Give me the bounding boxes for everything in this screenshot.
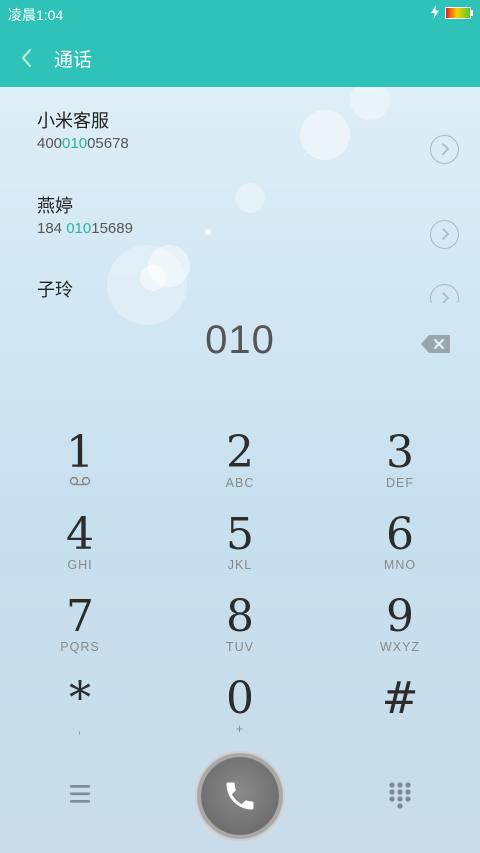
contact-row[interactable]: 子玲 [0, 276, 480, 303]
contact-row[interactable]: 燕婷 184 01015689 [0, 192, 480, 272]
key-star[interactable]: * , [0, 676, 160, 758]
key-digit: 3 [386, 427, 414, 478]
contact-suggestion-list: 小米客服 40001005678 燕婷 184 01015689 子玲 [0, 87, 480, 303]
key-digit: 0 [226, 673, 254, 724]
key-letters: DEF [386, 476, 414, 490]
key-letters: , [77, 722, 83, 736]
contact-row[interactable]: 小米客服 40001005678 [0, 107, 480, 187]
contact-name: 子玲 [37, 280, 73, 301]
key-digit: # [381, 673, 419, 724]
key-5[interactable]: 5 JKL [160, 512, 320, 594]
key-digit: 7 [66, 591, 94, 642]
keypad-toggle-button[interactable] [388, 781, 412, 811]
call-button[interactable] [201, 757, 279, 835]
key-letters: JKL [227, 558, 253, 572]
contact-name: 小米客服 [37, 111, 109, 132]
key-digit: 4 [66, 509, 94, 560]
matched-digits: 010 [66, 220, 92, 237]
dial-number-display: 010 [205, 318, 275, 362]
key-3[interactable]: 3 DEF [320, 430, 480, 512]
key-digit: 6 [386, 509, 414, 560]
key-digit: 2 [226, 427, 254, 478]
status-time: 凌晨1:04 [8, 7, 64, 23]
contact-detail-button[interactable] [430, 284, 459, 303]
key-letters: TUV [226, 640, 254, 654]
key-digit: * [69, 673, 91, 724]
contact-detail-button[interactable] [430, 135, 459, 164]
key-9[interactable]: 9 WXYZ [320, 594, 480, 676]
key-digit: 8 [226, 591, 254, 642]
contact-number: 40001005678 [37, 135, 129, 152]
backspace-icon [421, 335, 450, 353]
key-letters: PQRS [60, 640, 100, 654]
contact-detail-button[interactable] [430, 220, 459, 249]
key-8[interactable]: 8 TUV [160, 594, 320, 676]
backspace-button[interactable] [420, 333, 452, 355]
chevron-right-icon [442, 228, 450, 240]
key-letters: ABC [225, 476, 255, 490]
key-7[interactable]: 7 PQRS [0, 594, 160, 676]
page-title: 通话 [54, 49, 93, 71]
key-4[interactable]: 4 GHI [0, 512, 160, 594]
key-1[interactable]: 1 [0, 430, 160, 512]
battery-icon [445, 7, 471, 19]
key-digit: 9 [386, 591, 414, 642]
chevron-right-icon [442, 292, 450, 303]
keypad-icon [389, 782, 411, 809]
back-button[interactable] [14, 44, 42, 72]
key-digit: 1 [66, 427, 94, 478]
app-header: 凌晨1:04 通话 [0, 0, 480, 87]
key-0[interactable]: 0 + [160, 676, 320, 758]
chevron-left-icon [21, 48, 32, 68]
charging-icon [431, 5, 439, 19]
key-letters: GHI [67, 558, 93, 572]
menu-button[interactable] [66, 782, 94, 806]
contact-name: 燕婷 [37, 196, 73, 217]
key-letters: WXYZ [379, 640, 421, 654]
key-2[interactable]: 2 ABC [160, 430, 320, 512]
key-digit: 5 [226, 509, 254, 560]
phone-icon [226, 782, 254, 810]
contact-number: 184 01015689 [37, 220, 133, 237]
chevron-right-icon [442, 143, 450, 155]
key-6[interactable]: 6 MNO [320, 512, 480, 594]
matched-digits: 010 [62, 135, 88, 152]
key-hash[interactable]: # [320, 676, 480, 758]
battery-tip [471, 10, 473, 16]
key-letters: + [235, 722, 245, 736]
menu-icon [70, 785, 90, 803]
key-letters: MNO [383, 558, 417, 572]
